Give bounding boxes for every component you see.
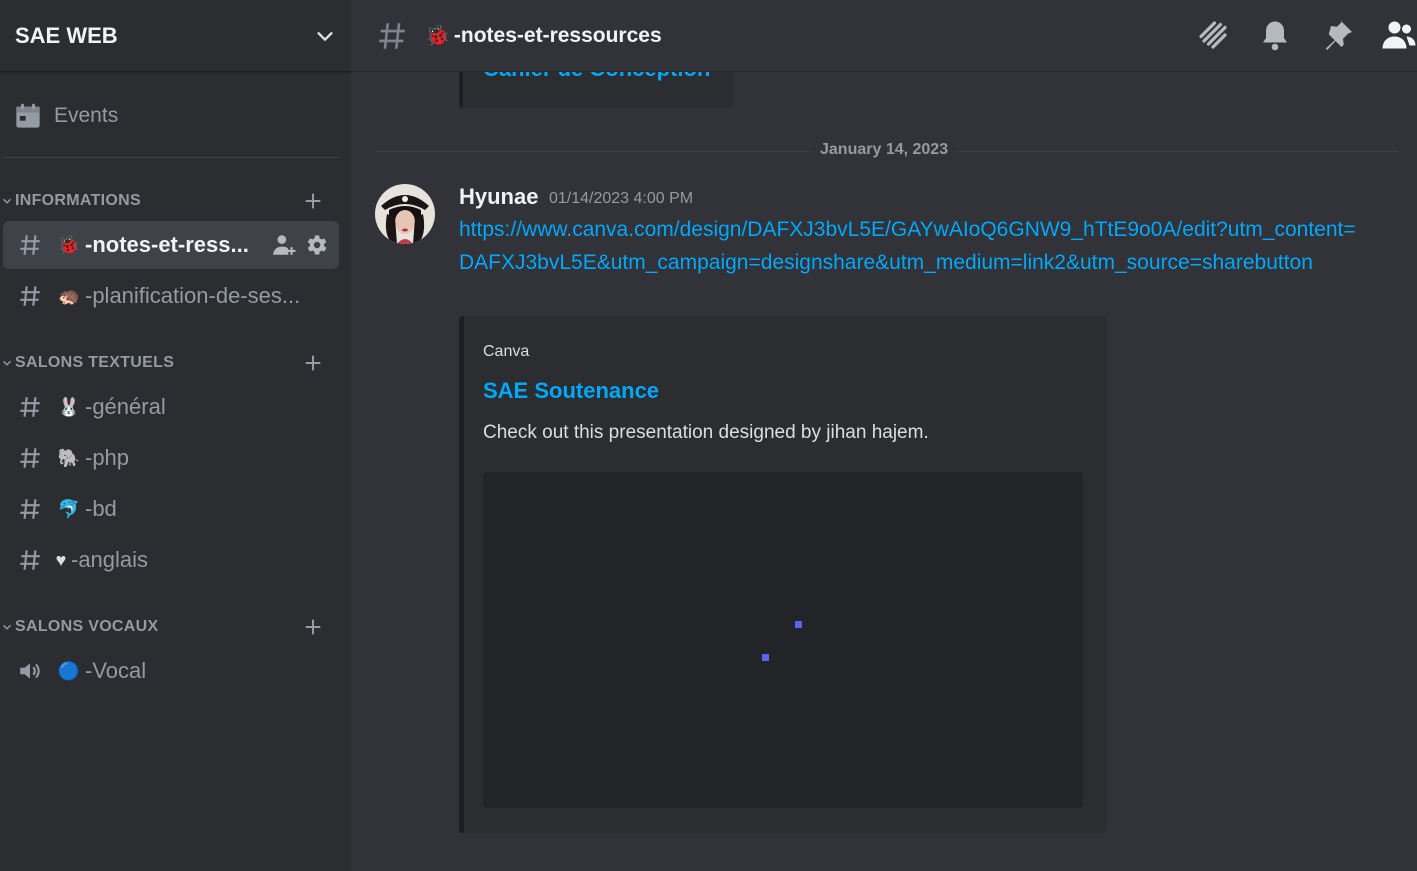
category-salons-textuels[interactable]: SALONS TEXTUELS [0, 350, 340, 376]
embed-title[interactable]: SAE Soutenance [483, 378, 659, 404]
hash-icon [20, 397, 40, 417]
rabbit-emoji-icon: 🐰 [57, 396, 81, 417]
hash-icon [20, 448, 40, 468]
user-avatar-image [375, 184, 435, 244]
add-channel-icon[interactable] [302, 616, 324, 638]
category-label: SALONS VOCAUX [15, 618, 159, 635]
threads-icon[interactable] [1195, 17, 1231, 53]
ladybug-emoji-icon: 🐞 [425, 25, 450, 47]
dolphin-emoji-icon: 🐬 [57, 498, 81, 519]
channel-php[interactable]: 🐘 -php [3, 434, 339, 482]
category-label: INFORMATIONS [15, 192, 141, 209]
hash-icon [379, 22, 405, 49]
chevron-down-icon [317, 31, 333, 41]
link-embed: Canva SAE Soutenance Check out this pres… [459, 316, 1107, 833]
elephant-emoji-icon: 🐘 [57, 447, 81, 468]
channel-header: 🐞 -notes-et-ressources [351, 0, 1417, 72]
channel-name: -planification-de-ses... [85, 283, 301, 308]
channel-anglais[interactable]: ♥ -anglais [3, 536, 339, 584]
channel-name: -général [85, 394, 166, 419]
channel-name: -notes-et-ress... [85, 232, 249, 257]
server-header[interactable]: SAE WEB [0, 0, 351, 72]
add-channel-icon[interactable] [302, 190, 324, 212]
pin-icon[interactable] [1319, 17, 1355, 53]
date-divider: January 14, 2023 [810, 141, 959, 159]
channel-name: -php [85, 445, 130, 470]
hash-icon [20, 286, 40, 306]
caret-down-icon [2, 198, 12, 204]
message-author[interactable]: Hyunae [459, 184, 538, 210]
channel-planification[interactable]: 🦔 -planification-de-ses... [3, 272, 339, 320]
calendar-icon [16, 103, 40, 128]
embed-provider: Canva [483, 343, 530, 360]
message-link[interactable]: https://www.canva.com/design/DAFXJ3bvL5E… [459, 213, 1359, 279]
channel-general[interactable]: 🐰 -général [3, 383, 339, 431]
sidebar-divider [3, 157, 339, 158]
hash-icon [20, 235, 40, 255]
channel-title: -notes-et-ressources [453, 23, 662, 47]
loading-dot [762, 654, 769, 661]
channel-name: -Vocal [85, 658, 147, 683]
add-channel-icon[interactable] [302, 352, 324, 374]
server-name: SAE WEB [15, 22, 118, 48]
category-label: SALONS TEXTUELS [15, 354, 175, 371]
avatar[interactable] [375, 184, 435, 244]
ladybug-emoji-icon: 🐞 [57, 234, 81, 255]
channel-settings-gear-icon[interactable] [303, 232, 329, 258]
channel-name: -anglais [71, 547, 149, 572]
caret-down-icon [2, 360, 12, 366]
heart-icon: ♥ [55, 549, 67, 570]
channel-name: -bd [85, 496, 117, 521]
voice-channel-vocal[interactable]: 🔵 -Vocal [3, 647, 339, 695]
members-icon[interactable] [1381, 17, 1417, 53]
message-timestamp: 01/14/2023 4:00 PM [549, 190, 694, 207]
speaker-icon [20, 663, 40, 679]
channel-notes-et-ressources[interactable]: 🐞 -notes-et-ress... [3, 221, 339, 269]
create-invite-icon[interactable] [271, 232, 297, 258]
category-salons-vocaux[interactable]: SALONS VOCAUX [0, 614, 340, 640]
caret-down-icon [2, 624, 12, 630]
embed-description: Check out this presentation designed by … [483, 422, 929, 443]
hash-icon [20, 550, 40, 570]
vocal-emoji-icon: 🔵 [57, 660, 81, 681]
bell-icon[interactable] [1257, 17, 1293, 53]
category-informations[interactable]: INFORMATIONS [0, 188, 340, 214]
events-item[interactable]: Events [14, 98, 118, 134]
embed-media-placeholder[interactable] [483, 472, 1083, 808]
loading-dot [795, 621, 802, 628]
channel-sidebar: SAE WEB Events INFORMATIONS 🐞 -notes-et-… [0, 0, 351, 871]
hedgehog-emoji-icon: 🦔 [57, 285, 81, 306]
events-label: Events [54, 104, 119, 127]
hash-icon [20, 499, 40, 519]
channel-bd[interactable]: 🐬 -bd [3, 485, 339, 533]
